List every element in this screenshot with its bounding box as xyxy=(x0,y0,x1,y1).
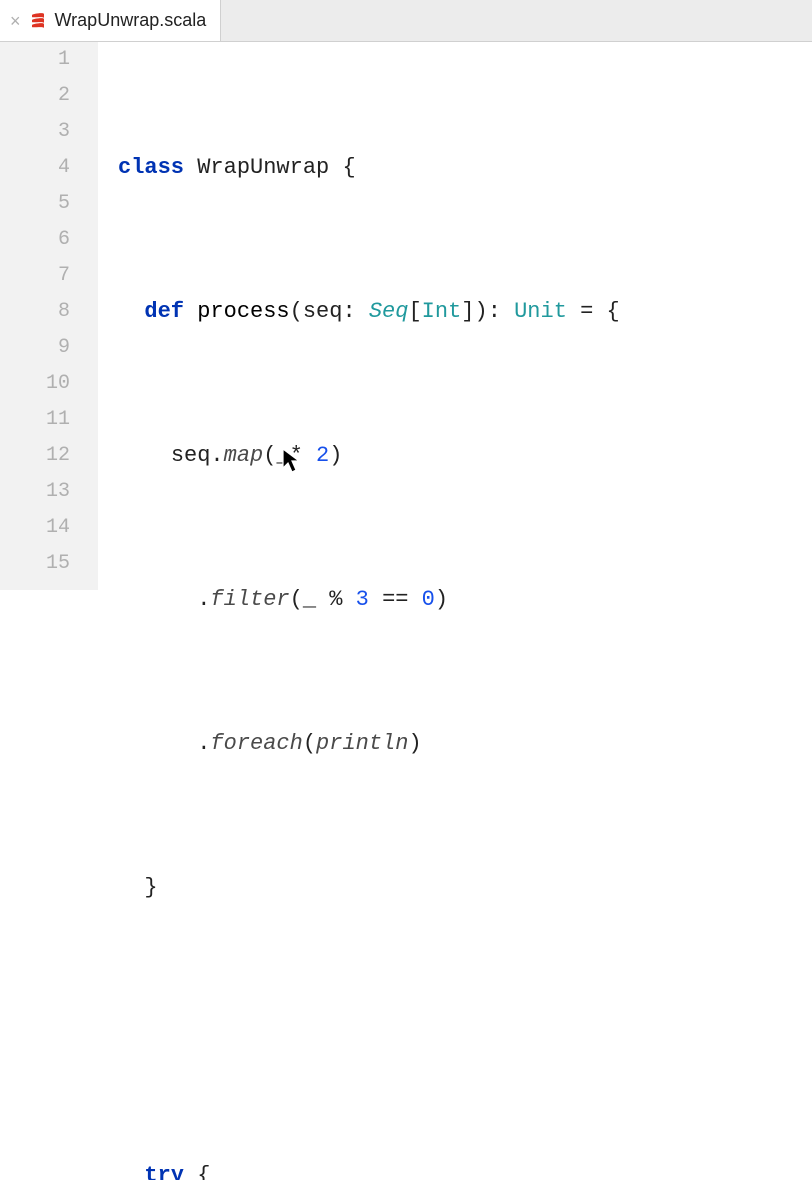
paren: ( xyxy=(290,587,303,612)
close-icon[interactable]: × xyxy=(10,12,21,30)
line-number: 7 xyxy=(0,258,70,294)
line-number: 8 xyxy=(0,294,70,330)
line-number-gutter: 1 2 3 4 5 6 7 8 9 10 11 12 13 14 15 xyxy=(0,42,98,590)
number: 3 xyxy=(356,587,369,612)
underscore: _ xyxy=(276,443,289,468)
equals: = xyxy=(580,299,593,324)
line-number: 11 xyxy=(0,402,70,438)
paren: ) xyxy=(329,443,342,468)
line-number: 15 xyxy=(0,546,70,582)
operator: * xyxy=(290,443,303,468)
code-line: .foreach(println) xyxy=(118,726,812,762)
identifier: seq xyxy=(171,443,211,468)
line-number: 14 xyxy=(0,510,70,546)
brace: } xyxy=(144,875,157,900)
line-number: 5 xyxy=(0,186,70,222)
fn-println: println xyxy=(316,731,408,756)
method-name: process xyxy=(197,299,289,324)
type-int: Int xyxy=(422,299,462,324)
paren: ( xyxy=(263,443,276,468)
line-number: 13 xyxy=(0,474,70,510)
type-unit: Unit xyxy=(514,299,567,324)
line-number: 10 xyxy=(0,366,70,402)
paren: ( xyxy=(290,299,303,324)
class-name: WrapUnwrap xyxy=(197,155,329,180)
code-line: def process(seq: Seq[Int]): Unit = { xyxy=(118,294,812,330)
operator: % xyxy=(329,587,342,612)
paren: ) xyxy=(408,731,421,756)
fn-foreach: foreach xyxy=(210,731,302,756)
line-number: 6 xyxy=(0,222,70,258)
keyword-def: def xyxy=(144,299,184,324)
paren: ) xyxy=(474,299,487,324)
code-line xyxy=(118,1014,812,1050)
tab-bar: × WrapUnwrap.scala xyxy=(0,0,812,42)
param-name: seq xyxy=(303,299,343,324)
line-number: 3 xyxy=(0,114,70,150)
colon: : xyxy=(488,299,501,324)
number: 2 xyxy=(316,443,329,468)
paren: ) xyxy=(435,587,448,612)
line-number: 2 xyxy=(0,78,70,114)
editor-tab[interactable]: × WrapUnwrap.scala xyxy=(0,0,221,41)
scala-file-icon xyxy=(29,12,47,30)
line-number: 1 xyxy=(0,42,70,78)
dot: . xyxy=(197,587,210,612)
dot: . xyxy=(197,731,210,756)
brace: { xyxy=(342,155,355,180)
bracket: ] xyxy=(461,299,474,324)
code-line: try { xyxy=(118,1158,812,1180)
code-editor[interactable]: 1 2 3 4 5 6 7 8 9 10 11 12 13 14 15 clas… xyxy=(0,42,812,590)
bracket: [ xyxy=(408,299,421,324)
fn-map: map xyxy=(224,443,264,468)
code-line: } xyxy=(118,870,812,906)
operator: == xyxy=(382,587,408,612)
dot: . xyxy=(210,443,223,468)
cursor-pointer-icon xyxy=(282,376,304,404)
line-number: 4 xyxy=(0,150,70,186)
line-number: 12 xyxy=(0,438,70,474)
keyword-try: try xyxy=(144,1163,184,1180)
code-line: .filter(_ % 3 == 0) xyxy=(118,582,812,618)
type-seq: Seq xyxy=(369,299,409,324)
underscore: _ xyxy=(303,587,316,612)
code-line: seq.map(_* 2) xyxy=(118,438,812,474)
keyword-class: class xyxy=(118,155,184,180)
brace: { xyxy=(607,299,620,324)
code-area[interactable]: class WrapUnwrap { def process(seq: Seq[… xyxy=(98,42,812,590)
line-number: 9 xyxy=(0,330,70,366)
colon: : xyxy=(342,299,355,324)
paren: ( xyxy=(303,731,316,756)
number: 0 xyxy=(422,587,435,612)
code-line: class WrapUnwrap { xyxy=(118,150,812,186)
brace: { xyxy=(197,1163,210,1180)
tab-filename: WrapUnwrap.scala xyxy=(55,10,207,31)
fn-filter: filter xyxy=(210,587,289,612)
